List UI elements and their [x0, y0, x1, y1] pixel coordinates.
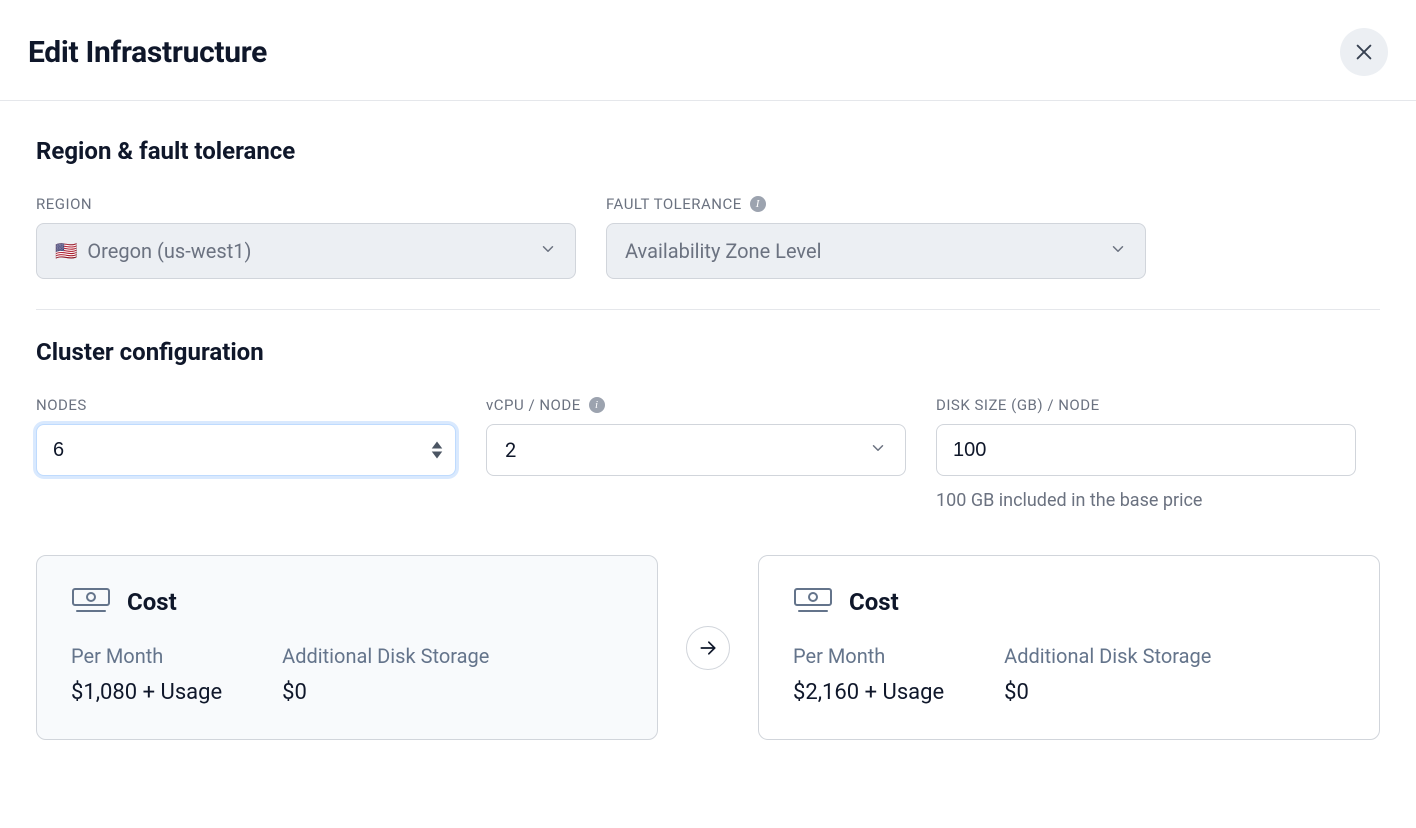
cost-before-permonth-label: Per Month	[71, 644, 222, 668]
fault-tolerance-label: FAULT TOLERANCE i	[606, 195, 1146, 213]
cost-after-permonth-value: $2,160 + Usage	[793, 680, 944, 705]
modal-title: Edit Infrastructure	[28, 35, 267, 70]
arrow-transition	[686, 626, 730, 670]
section-divider	[36, 309, 1380, 310]
disk-helper-text: 100 GB included in the base price	[936, 490, 1356, 511]
vcpu-select[interactable]: 2	[486, 424, 906, 476]
cost-before-storage-value: $0	[282, 680, 489, 705]
region-label: REGION	[36, 195, 576, 213]
chevron-down-icon	[539, 239, 557, 263]
vcpu-label: vCPU / NODE i	[486, 396, 906, 414]
region-select[interactable]: 🇺🇸 Oregon (us-west1)	[36, 223, 576, 279]
cost-after-storage-label: Additional Disk Storage	[1004, 644, 1211, 668]
modal-content: Region & fault tolerance REGION 🇺🇸 Orego…	[0, 101, 1416, 740]
nodes-field: NODES	[36, 396, 456, 511]
disk-label: DISK SIZE (GB) / NODE	[936, 396, 1356, 414]
vcpu-field: vCPU / NODE i 2	[486, 396, 906, 511]
cost-card-before: Cost Per Month $1,080 + Usage Additional…	[36, 555, 658, 740]
fault-tolerance-value: Availability Zone Level	[625, 239, 821, 263]
cash-icon	[793, 586, 833, 618]
vcpu-label-text: vCPU / NODE	[486, 396, 581, 414]
nodes-stepper[interactable]	[430, 440, 444, 460]
cost-before-title: Cost	[127, 588, 177, 616]
fault-tolerance-label-text: FAULT TOLERANCE	[606, 195, 742, 213]
disk-size-input[interactable]	[936, 424, 1356, 476]
region-flag-icon: 🇺🇸	[55, 241, 77, 262]
cost-comparison-row: Cost Per Month $1,080 + Usage Additional…	[36, 555, 1380, 740]
cost-card-after: Cost Per Month $2,160 + Usage Additional…	[758, 555, 1380, 740]
cost-after-title: Cost	[849, 588, 899, 616]
chevron-down-icon	[869, 438, 887, 462]
cost-before-permonth-value: $1,080 + Usage	[71, 680, 222, 705]
disk-field: DISK SIZE (GB) / NODE 100 GB included in…	[936, 396, 1356, 511]
cluster-row: NODES vCPU / NODE i 2 DISK SIZE (GB) / N…	[36, 396, 1380, 511]
close-icon	[1353, 41, 1375, 63]
region-select-value: Oregon (us-west1)	[87, 239, 251, 263]
cost-before-storage-label: Additional Disk Storage	[282, 644, 489, 668]
region-section-title: Region & fault tolerance	[36, 137, 1380, 165]
cost-after-permonth-label: Per Month	[793, 644, 944, 668]
arrow-right-icon	[698, 638, 718, 658]
nodes-label: NODES	[36, 396, 456, 414]
region-field: REGION 🇺🇸 Oregon (us-west1)	[36, 195, 576, 279]
nodes-input[interactable]	[36, 424, 456, 476]
vcpu-select-value: 2	[505, 438, 516, 462]
modal-header: Edit Infrastructure	[0, 0, 1416, 101]
cash-icon	[71, 586, 111, 618]
cluster-section-title: Cluster configuration	[36, 338, 1380, 366]
region-row: REGION 🇺🇸 Oregon (us-west1) FAULT TOLERA…	[36, 195, 1380, 279]
caret-up-icon	[430, 440, 444, 450]
info-icon[interactable]: i	[589, 397, 605, 413]
close-button[interactable]	[1340, 28, 1388, 76]
cost-after-storage-value: $0	[1004, 680, 1211, 705]
chevron-down-icon	[1109, 239, 1127, 263]
info-icon[interactable]: i	[750, 196, 766, 212]
caret-down-icon	[430, 450, 444, 460]
fault-tolerance-field: FAULT TOLERANCE i Availability Zone Leve…	[606, 195, 1146, 279]
fault-tolerance-select[interactable]: Availability Zone Level	[606, 223, 1146, 279]
